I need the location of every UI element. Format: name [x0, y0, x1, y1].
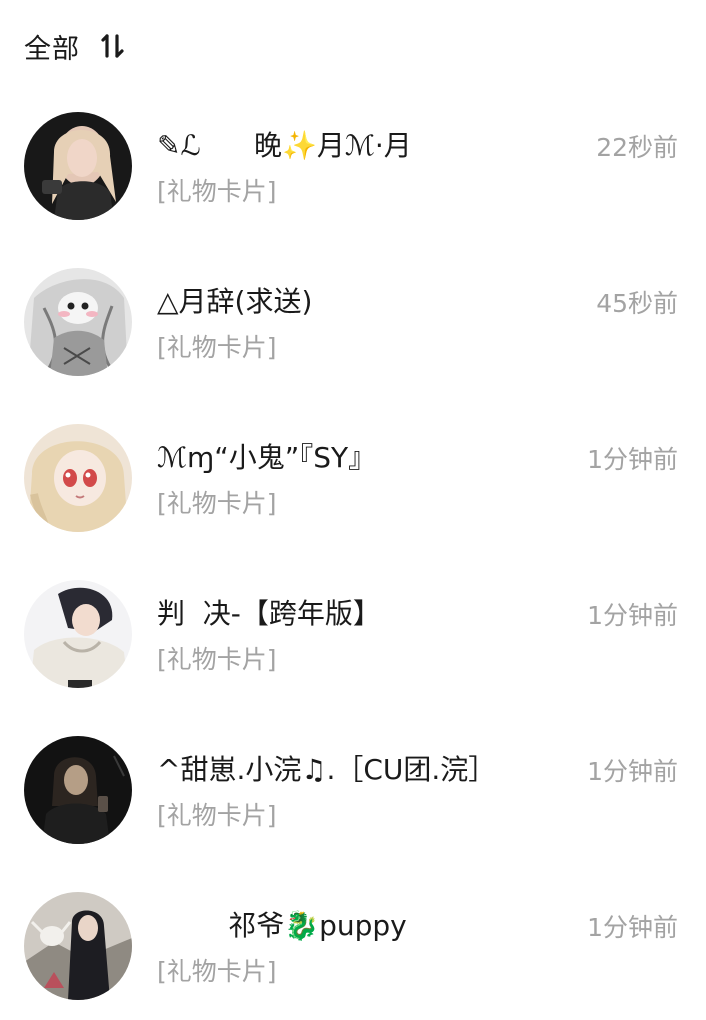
conversation-name: ✎ℒ 晚✨月ℳ·月	[157, 129, 412, 162]
conversation-preview: [礼物卡片]	[157, 801, 277, 830]
conversation-time: 22秒前	[596, 133, 678, 162]
message-list-page: 全部 ✎ℒ 晚✨月ℳ·月 [礼物卡片] 22秒前 △月辞(求送) [礼物卡片] …	[0, 0, 706, 1020]
conversation-time: 1分钟前	[587, 601, 678, 630]
user-avatar-photo	[24, 736, 132, 844]
conversation-preview: [礼物卡片]	[157, 489, 277, 518]
user-avatar-doll	[24, 424, 132, 532]
conversation-preview: [礼物卡片]	[157, 645, 277, 674]
user-avatar-photo	[24, 112, 132, 220]
conversation-list: ✎ℒ 晚✨月ℳ·月 [礼物卡片] 22秒前 △月辞(求送) [礼物卡片] 45秒…	[0, 88, 706, 1020]
user-avatar[interactable]	[24, 424, 132, 532]
sort-toggle-button[interactable]	[98, 32, 128, 60]
filter-header: 全部	[24, 27, 128, 66]
conversation-row[interactable]: ℳɱ“小鬼”『SY』 [礼物卡片] 1分钟前	[0, 400, 706, 556]
conversation-row[interactable]: △月辞(求送) [礼物卡片] 45秒前	[0, 244, 706, 400]
user-avatar-photo	[24, 892, 132, 1000]
conversation-name: ^甜崽.小浣♫.［CU团.浣］	[157, 753, 497, 786]
conversation-name: ℳɱ“小鬼”『SY』	[157, 441, 377, 474]
conversation-time: 45秒前	[596, 289, 678, 318]
conversation-name: △月辞(求送)	[157, 285, 313, 318]
user-avatar-illustration	[24, 268, 132, 376]
conversation-time: 1分钟前	[587, 757, 678, 786]
user-avatar[interactable]	[24, 892, 132, 1000]
conversation-time: 1分钟前	[587, 445, 678, 474]
filter-title[interactable]: 全部	[24, 27, 80, 66]
conversation-row[interactable]: 祁爷🐉puppy [礼物卡片] 1分钟前	[0, 868, 706, 1020]
user-avatar-photo	[24, 580, 132, 688]
sort-toggle-icon	[101, 34, 124, 58]
user-avatar[interactable]	[24, 268, 132, 376]
conversation-preview: [礼物卡片]	[157, 177, 277, 206]
user-avatar[interactable]	[24, 112, 132, 220]
conversation-row[interactable]: ^甜崽.小浣♫.［CU团.浣］ [礼物卡片] 1分钟前	[0, 712, 706, 868]
user-avatar[interactable]	[24, 580, 132, 688]
conversation-name: 祁爷🐉puppy	[157, 909, 407, 942]
conversation-time: 1分钟前	[587, 913, 678, 942]
conversation-preview: [礼物卡片]	[157, 333, 277, 362]
user-avatar[interactable]	[24, 736, 132, 844]
conversation-row[interactable]: 判 决-【跨年版】 [礼物卡片] 1分钟前	[0, 556, 706, 712]
conversation-preview: [礼物卡片]	[157, 957, 277, 986]
conversation-row[interactable]: ✎ℒ 晚✨月ℳ·月 [礼物卡片] 22秒前	[0, 88, 706, 244]
conversation-name: 判 决-【跨年版】	[157, 597, 381, 630]
